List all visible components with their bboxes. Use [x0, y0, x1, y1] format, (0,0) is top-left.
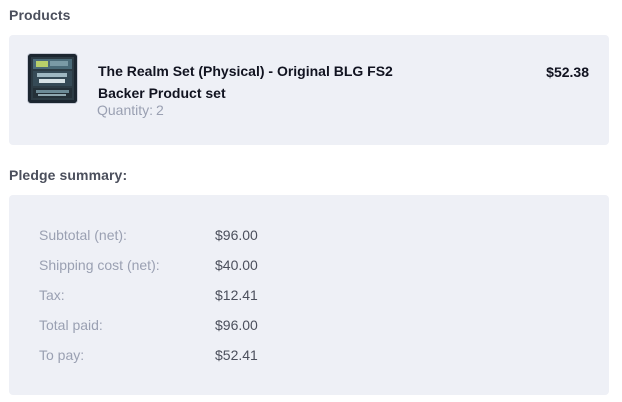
summary-label: Tax:	[39, 287, 65, 303]
summary-row-subtotal: Subtotal (net): $96.00	[39, 227, 539, 247]
product-box-image	[28, 54, 77, 103]
quantity-label: Quantity:	[97, 102, 154, 118]
pledge-summary-card: Subtotal (net): $96.00 Shipping cost (ne…	[9, 195, 609, 395]
product-thumbnail[interactable]	[28, 54, 77, 103]
summary-row-shipping: Shipping cost (net): $40.00	[39, 257, 539, 277]
summary-value: $40.00	[215, 257, 258, 273]
summary-row-to-pay: To pay: $52.41	[39, 347, 539, 367]
product-name: The Realm Set (Physical) - Original BLG …	[98, 63, 393, 101]
summary-value: $52.41	[215, 347, 258, 363]
summary-label: To pay:	[39, 347, 85, 363]
product-card: The Realm Set (Physical) - Original BLG …	[9, 35, 609, 145]
product-price: $52.38	[546, 64, 589, 80]
summary-label: Shipping cost (net):	[39, 257, 160, 273]
summary-value: $96.00	[215, 227, 258, 243]
summary-row-total-paid: Total paid: $96.00	[39, 317, 539, 337]
summary-label: Subtotal (net):	[39, 227, 127, 243]
summary-label: Total paid:	[39, 317, 103, 333]
summary-value: $12.41	[215, 287, 258, 303]
product-quantity: Quantity: 2	[97, 102, 164, 118]
summary-row-tax: Tax: $12.41	[39, 287, 539, 307]
pledge-summary-heading: Pledge summary:	[9, 167, 128, 183]
quantity-value: 2	[156, 102, 164, 118]
summary-value: $96.00	[215, 317, 258, 333]
products-heading: Products	[9, 7, 71, 23]
